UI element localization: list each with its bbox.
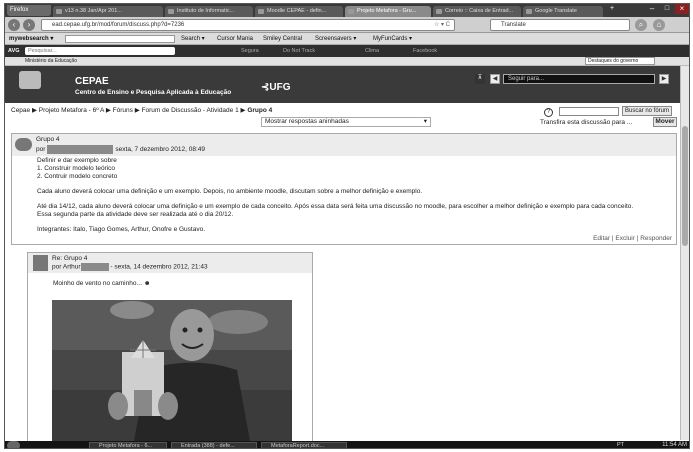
post-subject: Grupo 4 xyxy=(36,136,60,143)
browser-window: Firefox v13 n.38 Jan/Apr 201... Institut… xyxy=(4,3,690,449)
avg-do-not-track-button[interactable]: Do Not Track xyxy=(283,47,315,55)
toolbar-search-button[interactable]: Search ▾ xyxy=(181,34,205,44)
government-bar: Ministério da Educação Destaques do gove… xyxy=(5,57,689,66)
breadcrumb-forums[interactable]: Fóruns xyxy=(113,107,133,114)
chevron-down-icon: ▾ xyxy=(423,118,427,125)
minimize-icon[interactable]: – xyxy=(645,4,659,14)
page-icon xyxy=(168,9,174,14)
search-icon[interactable]: ⌕ xyxy=(635,19,647,31)
post-subject[interactable]: Re: Grupo 4 xyxy=(52,255,87,262)
firefox-menu-button[interactable]: Firefox xyxy=(7,5,51,16)
tab[interactable]: Instituto de Informatic... xyxy=(165,6,253,17)
avg-segura-button[interactable]: Segura xyxy=(241,47,259,55)
tab[interactable]: Google Translate xyxy=(523,6,603,17)
move-button[interactable]: Mover xyxy=(653,117,677,127)
jump-to-select[interactable]: Seguir para... xyxy=(503,74,655,84)
tab[interactable]: Moodle CEPAE - defin... xyxy=(255,6,343,17)
scrollbar-thumb[interactable] xyxy=(682,126,688,246)
language-indicator[interactable]: PT xyxy=(617,442,624,448)
display-mode-select[interactable]: Mostrar respostas aninhadas ▾ xyxy=(261,117,431,127)
post-header: Grupo 4 por sexta, 7 dezembro 2012, 08:49 xyxy=(12,134,676,156)
toolbar-search-input[interactable] xyxy=(65,35,175,43)
avg-weather-button[interactable]: Clima xyxy=(365,47,379,55)
clock: 11:54 AM xyxy=(662,442,687,448)
new-tab-icon[interactable]: + xyxy=(605,4,619,14)
emoticon-icon: ☻ xyxy=(143,280,151,287)
reply-link[interactable]: Responder xyxy=(640,235,672,242)
page-icon xyxy=(348,9,354,14)
bookmark-star-icon[interactable]: ☆ ▾ C xyxy=(434,20,450,30)
page-icon xyxy=(258,9,264,14)
post-body: Moinho de vento no caminho... ☻ xyxy=(53,280,151,287)
taskbar-item[interactable]: Projeto Metafora - 6... xyxy=(89,442,167,448)
breadcrumb-forum[interactable]: Forum de Discussão - Atividade 1 xyxy=(142,107,239,114)
delete-link[interactable]: Excluir xyxy=(615,235,635,242)
forum-reply: Re: Grupo 4 por Arthur - sexta, 14 dezem… xyxy=(27,252,313,448)
forum-search-button[interactable]: Buscar no fórum xyxy=(622,106,672,116)
attached-photo xyxy=(52,300,292,448)
cart-icon[interactable]: ⊼ xyxy=(475,74,485,84)
navigation-bar: ‹ › ead.cepae.ufg.br/mod/forum/discuss.p… xyxy=(5,17,689,33)
post-body: Definir e dar exemplo sobre 1. Construir… xyxy=(37,157,634,233)
avatar xyxy=(15,138,32,151)
tab-strip: Firefox v13 n.38 Jan/Apr 201... Institut… xyxy=(5,4,689,17)
ufg-logo: ⊰UFG xyxy=(261,82,291,93)
help-icon[interactable]: ? xyxy=(544,108,553,117)
toolbar-avg: AVG Pesquisar... Segura Do Not Track Cli… xyxy=(5,45,689,57)
breadcrumb-cepae[interactable]: Cepae xyxy=(11,107,30,114)
home-icon[interactable]: ⌂ xyxy=(653,19,665,31)
avatar xyxy=(33,255,48,271)
redacted-author xyxy=(47,145,114,154)
edit-link[interactable]: Editar xyxy=(593,235,610,242)
site-subtitle: Centro de Ensino e Pesquisa Aplicada à E… xyxy=(75,89,232,96)
taskbar-item[interactable]: Entrada (388) - defe... xyxy=(171,442,257,448)
start-button[interactable] xyxy=(7,441,20,448)
page-icon xyxy=(56,9,62,14)
site-header: CEPAE Centro de Ensino e Pesquisa Aplica… xyxy=(5,66,689,103)
next-arrow-icon[interactable]: ▶ xyxy=(659,74,669,84)
site-title: CEPAE xyxy=(75,76,109,87)
back-icon[interactable]: ‹ xyxy=(8,19,20,31)
mywebsearch-logo[interactable]: mywebsearch ▾ xyxy=(9,34,53,44)
search-engine-field[interactable]: Translate xyxy=(490,19,630,31)
post-actions: Editar | Excluir | Responder xyxy=(593,235,672,242)
tab-active[interactable]: Projeto Metafora - Gru... xyxy=(345,6,431,17)
forum-post: Grupo 4 por sexta, 7 dezembro 2012, 08:49… xyxy=(11,133,677,245)
forward-icon[interactable]: › xyxy=(23,19,35,31)
taskbar-item[interactable]: MetaforaReport.doc... xyxy=(261,442,347,448)
translate-icon xyxy=(526,9,532,14)
highlights-select[interactable]: Destaques do governo xyxy=(585,57,655,65)
avg-search-input[interactable]: Pesquisar... xyxy=(25,47,175,55)
mail-icon xyxy=(436,9,442,14)
maximize-icon[interactable]: □ xyxy=(660,4,674,14)
smiley-central-link[interactable]: Smiley Central xyxy=(263,34,302,44)
post-byline: por Arthur - sexta, 14 dezembro 2012, 21… xyxy=(52,263,208,271)
screensavers-link[interactable]: Screensavers ▾ xyxy=(315,34,356,44)
page-scrollbar[interactable] xyxy=(680,66,689,440)
avg-logo: AVG xyxy=(8,48,20,54)
move-discussion-select[interactable]: Transfira esta discussão para ... xyxy=(540,118,632,127)
windows-taskbar: Projeto Metafora - 6... Entrada (388) - … xyxy=(5,441,689,448)
post-byline: por sexta, 7 dezembro 2012, 08:49 xyxy=(36,145,206,154)
cursor-mania-link[interactable]: Cursor Mania xyxy=(217,34,253,44)
tab[interactable]: Correio :: Caixa de Entrad... xyxy=(433,6,521,17)
avg-facebook-button[interactable]: Facebook xyxy=(413,47,437,55)
redacted-author xyxy=(80,263,109,271)
close-icon[interactable]: × xyxy=(675,4,689,14)
myfuncards-link[interactable]: MyFunCards ▾ xyxy=(373,34,412,44)
cepae-logo-icon xyxy=(19,71,41,89)
toolbar-mywebsearch: mywebsearch ▾ Search ▾ Cursor Mania Smil… xyxy=(5,33,689,45)
post-header: Re: Grupo 4 por Arthur - sexta, 14 dezem… xyxy=(28,253,312,273)
forum-search-input[interactable] xyxy=(559,107,619,116)
prev-arrow-icon[interactable]: ◀ xyxy=(490,74,500,84)
ministry-label: Ministério da Educação xyxy=(25,58,77,64)
breadcrumb-course[interactable]: Projeto Metafora - 6º A xyxy=(39,107,104,114)
breadcrumb-current: Grupo 4 xyxy=(247,107,273,114)
tab[interactable]: v13 n.38 Jan/Apr 201... xyxy=(53,6,163,17)
url-field[interactable]: ead.cepae.ufg.br/mod/forum/discuss.php?d… xyxy=(41,19,455,31)
author-link[interactable]: Arthur xyxy=(63,264,81,271)
